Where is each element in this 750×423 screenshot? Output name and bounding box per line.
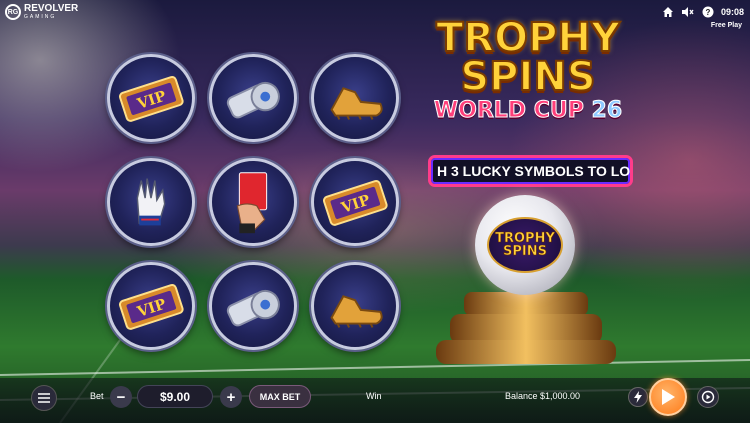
help-icon[interactable]: ?: [701, 5, 715, 19]
win-label: Win: [366, 391, 382, 401]
symbol-goalkeeper-glove: [107, 158, 195, 246]
trophy-pedestal: [436, 292, 616, 364]
title-world-cup: WORLD CUP: [433, 98, 584, 124]
title-line-2: SPINS: [459, 54, 596, 100]
balance-value: $1,000.00: [540, 391, 581, 401]
speaker-icon[interactable]: [681, 5, 695, 19]
brand-logo: RG REVOLVER GAMING: [5, 4, 78, 20]
brand-sub: GAMING: [24, 14, 57, 20]
reel-grid: VIP VIP VIP: [103, 52, 405, 358]
trophy-ball: TROPHY SPINS: [475, 195, 575, 295]
symbol-vip-ticket: VIP: [107, 262, 195, 350]
brand-name: REVOLVER: [24, 3, 79, 14]
home-icon[interactable]: [661, 5, 675, 19]
symbol-golden-boot: [311, 262, 399, 350]
bet-decrease-button[interactable]: −: [110, 386, 132, 408]
badge-line-2: SPINS: [503, 244, 548, 259]
game-title: TROPHY SPINS WORLD CUP 26: [428, 15, 628, 124]
symbol-whistle: [209, 54, 297, 142]
bet-label: Bet: [90, 391, 104, 401]
play-icon: [662, 389, 675, 405]
autoplay-icon[interactable]: [697, 386, 719, 408]
title-line-3: WORLD CUP 26: [428, 98, 628, 124]
symbol-whistle: [209, 262, 297, 350]
title-year: 26: [591, 98, 623, 124]
symbol-vip-ticket: VIP: [311, 158, 399, 246]
trophy-badge: TROPHY SPINS: [487, 217, 563, 273]
bet-value: $9.00: [137, 385, 213, 408]
free-play-label: Free Play: [710, 22, 742, 29]
symbol-vip-ticket: VIP: [107, 54, 195, 142]
max-bet-button[interactable]: MAX BET: [249, 385, 311, 408]
feature-ticker: H 3 LUCKY SYMBOLS TO LOCK &: [428, 155, 633, 187]
svg-text:?: ?: [706, 8, 711, 17]
lightning-icon[interactable]: [628, 387, 648, 407]
brand-mark: RG: [5, 4, 21, 20]
balance-label: Balance: [505, 391, 538, 401]
spin-button[interactable]: [649, 378, 687, 416]
bet-increase-button[interactable]: +: [220, 386, 242, 408]
symbol-red-card: [209, 158, 297, 246]
top-right-controls: ? 09:08: [661, 5, 744, 19]
title-line-1: TROPHY: [435, 15, 621, 61]
symbol-golden-boot: [311, 54, 399, 142]
clock: 09:08: [720, 7, 744, 17]
menu-icon[interactable]: [31, 385, 57, 411]
